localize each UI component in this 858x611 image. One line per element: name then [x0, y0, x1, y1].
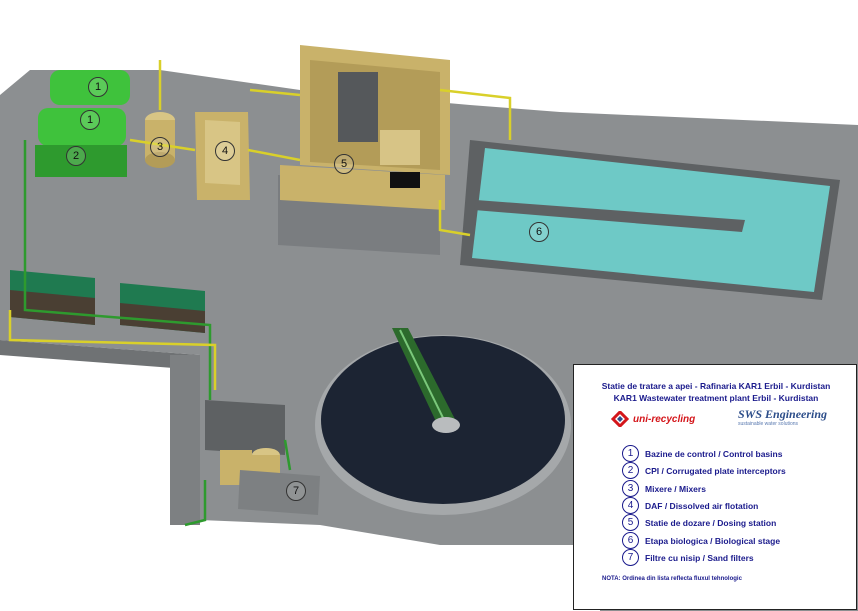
marker-daf: 4 — [215, 141, 235, 161]
legend-item: 7 Filtre cu nisip / Sand filters — [622, 549, 754, 566]
legend-note: NOTA: Ordinea din lista reflecta fluxul … — [602, 576, 742, 582]
legend-item: 6 Etapa biologica / Biological stage — [622, 532, 780, 549]
legend-item: 1 Bazine de control / Control basins — [622, 445, 782, 462]
legend-title-en: KAR1 Wastewater treatment plant Erbil - … — [613, 393, 819, 403]
marker-dosing-station: 5 — [334, 154, 354, 174]
uni-recycling-logo: uni-recycling — [610, 411, 695, 427]
legend-item: 3 Mixere / Mixers — [622, 480, 706, 497]
marker-mixers: 3 — [150, 137, 170, 157]
marker-control-basin-upper: 1 — [88, 77, 108, 97]
marker-control-basin-lower: 1 — [80, 110, 100, 130]
recycle-icon — [610, 411, 630, 427]
marker-sand-filters: 7 — [286, 481, 306, 501]
legend-title-ro: Statie de tratare a apei - Rafinaria KAR… — [601, 381, 831, 391]
dosing-station-building — [278, 45, 450, 255]
legend-panel: Statie de tratare a apei - Rafinaria KAR… — [573, 364, 857, 610]
legend-item: 4 DAF / Dissolved air flotation — [622, 497, 758, 514]
marker-cpi: 2 — [66, 146, 86, 166]
legend-item: 2 CPI / Corrugated plate interceptors — [622, 462, 786, 479]
legend-item: 5 Statie de dozare / Dosing station — [622, 514, 776, 531]
marker-biological-stage: 6 — [529, 222, 549, 242]
sws-engineering-logo: SWS Engineering sustainable water soluti… — [738, 407, 828, 427]
